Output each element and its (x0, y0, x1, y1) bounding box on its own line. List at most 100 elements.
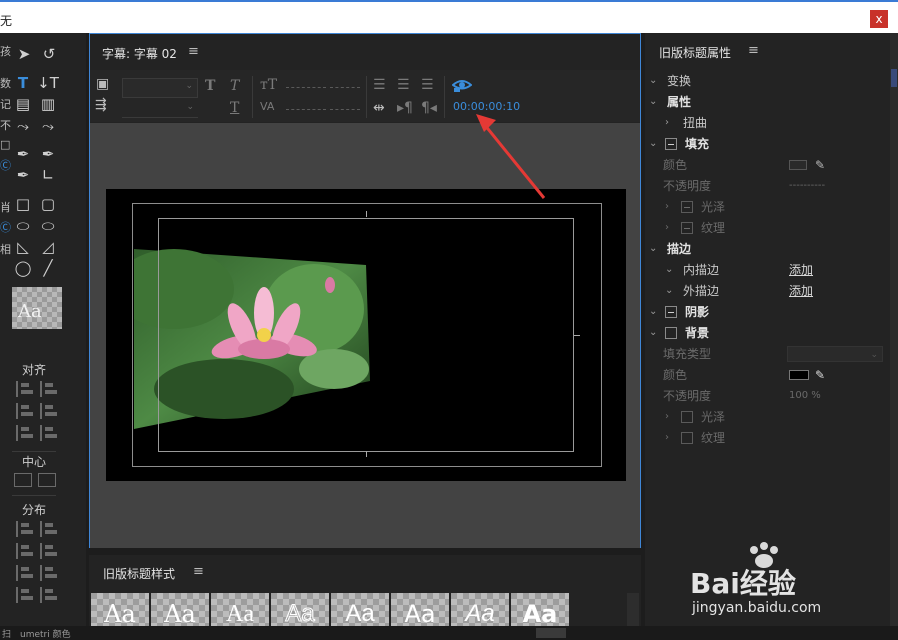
kerning-value[interactable] (286, 109, 326, 110)
bold-icon[interactable]: T (205, 78, 215, 94)
paragraph-left-icon[interactable]: ▸¶ (397, 100, 413, 116)
video-frame[interactable] (106, 189, 626, 481)
prop-value[interactable]: ---------- (789, 176, 825, 196)
prop-inner-stroke[interactable]: ⌄ 内描边 添加 (645, 260, 890, 280)
rounded-rect-tool-icon[interactable]: ▢ (37, 195, 59, 213)
prop-label: 颜色 (663, 158, 688, 172)
type-tool-icon[interactable]: T (12, 74, 34, 92)
leading-value[interactable] (330, 109, 360, 110)
align-bottom-icon[interactable] (40, 425, 58, 441)
ellipse-tool-icon[interactable]: ◯ (12, 259, 34, 277)
color-swatch[interactable] (789, 160, 807, 170)
center-horizontal-icon[interactable] (14, 473, 32, 487)
shadow-checkbox[interactable] (665, 306, 677, 318)
sheen-checkbox[interactable] (681, 201, 693, 213)
distribute-v-space-icon[interactable] (40, 587, 58, 603)
distribute-center-h-icon[interactable] (16, 543, 34, 559)
align-top-icon[interactable] (40, 381, 58, 397)
prop-properties[interactable]: ⌄ 属性 (645, 92, 890, 112)
prop-background[interactable]: ⌄ 背景 (645, 323, 890, 343)
distribute-center-v-icon[interactable] (40, 543, 58, 559)
font-size-icon[interactable]: ᴛT (260, 77, 277, 93)
align-center-text-icon[interactable]: ☰ (397, 77, 410, 93)
add-inner-stroke-link[interactable]: 添加 (789, 260, 813, 280)
color-swatch[interactable] (789, 370, 809, 380)
divider (444, 76, 445, 118)
background-checkbox[interactable] (665, 327, 677, 339)
wedge-tool-icon[interactable]: ◺ (12, 238, 34, 256)
app-window: 无 x 孩 数 记 不 □ Ⓒ 肖 Ⓒ 相 ➤ ↺ T ↓T ▤ ▥ ⤳ ⤳ ✒… (0, 0, 898, 640)
properties-menu-icon[interactable]: ≡ (748, 43, 759, 58)
selection-tool-icon[interactable]: ➤ (13, 45, 35, 63)
line-tool-icon[interactable]: ╱ (37, 259, 59, 277)
eyedropper-icon[interactable]: ✎ (815, 365, 825, 385)
align-right-icon[interactable] (16, 425, 34, 441)
kerning-icon[interactable]: VA (260, 100, 274, 113)
delete-anchor-tool-icon[interactable]: ✒ (37, 145, 59, 163)
align-left-text-icon[interactable]: ☰ (373, 77, 386, 93)
prop-bg-texture[interactable]: › 纹理 (645, 428, 890, 448)
paragraph-right-icon[interactable]: ¶◂ (421, 100, 437, 116)
distribute-right-icon[interactable] (16, 565, 34, 581)
bg-texture-checkbox[interactable] (681, 432, 693, 444)
font-family-select[interactable]: ⌄ (122, 78, 198, 98)
texture-checkbox[interactable] (681, 222, 693, 234)
pen-tool-icon[interactable]: ✒ (12, 145, 34, 163)
justify-icon[interactable]: ⇹ (373, 100, 385, 116)
area-type-tool-icon[interactable]: ▤ (12, 95, 34, 113)
edge-text: Ⓒ (0, 159, 11, 172)
tab-stops-icon[interactable]: ⇶ (95, 97, 107, 113)
align-center-v-icon[interactable] (40, 403, 58, 419)
roll-crawl-options-icon[interactable]: ▣ (96, 76, 109, 92)
prop-texture[interactable]: › 纹理 (645, 218, 890, 238)
prop-label: 属性 (667, 95, 692, 109)
rectangle-tool-icon[interactable]: □ (12, 195, 34, 213)
bg-sheen-checkbox[interactable] (681, 411, 693, 423)
prop-strokes[interactable]: ⌄ 描边 (645, 239, 890, 259)
center-vertical-icon[interactable] (38, 473, 56, 487)
align-left-icon[interactable] (16, 381, 34, 397)
prop-label: 变换 (667, 74, 692, 88)
prop-sheen[interactable]: › 光泽 (645, 197, 890, 217)
italic-icon[interactable]: T (230, 78, 239, 94)
close-button[interactable]: x (870, 10, 888, 28)
rounded-corner-tool-icon[interactable]: ⬭ (37, 217, 59, 235)
prop-shadow[interactable]: ⌄ 阴影 (645, 302, 890, 322)
eyedropper-icon[interactable]: ✎ (815, 155, 825, 175)
add-anchor-tool-icon[interactable]: ✒ (12, 166, 34, 184)
distribute-top-icon[interactable] (40, 521, 58, 537)
vertical-type-tool-icon[interactable]: ↓T (37, 74, 59, 92)
prop-bg-sheen[interactable]: › 光泽 (645, 407, 890, 427)
prop-outer-stroke[interactable]: ⌄ 外描边 添加 (645, 281, 890, 301)
prop-value[interactable]: 100 % (789, 386, 821, 406)
add-outer-stroke-link[interactable]: 添加 (789, 281, 813, 301)
fill-type-select[interactable]: ⌄ (787, 346, 883, 362)
font-size-value[interactable] (286, 87, 326, 88)
titler-menu-icon[interactable]: ≡ (188, 44, 199, 59)
fill-checkbox[interactable] (665, 138, 677, 150)
distribute-h-space-icon[interactable] (16, 587, 34, 603)
bottom-handle[interactable] (536, 628, 566, 638)
distribute-left-icon[interactable] (16, 521, 34, 537)
path-type-tool-icon[interactable]: ⤳ (12, 117, 34, 135)
show-background-video-icon[interactable] (452, 76, 472, 92)
titler-tab[interactable]: 字幕: 字幕 02 (102, 45, 177, 62)
underline-icon[interactable]: T (230, 100, 239, 116)
rotate-tool-icon[interactable]: ↺ (38, 45, 60, 63)
annotation-arrow (476, 114, 546, 199)
distribute-bottom-icon[interactable] (40, 565, 58, 581)
prop-transform[interactable]: ⌄ 变换 (645, 71, 890, 91)
vertical-area-type-tool-icon[interactable]: ▥ (37, 95, 59, 113)
styles-menu-icon[interactable]: ≡ (193, 564, 204, 579)
aspect-value[interactable] (330, 87, 360, 88)
prop-fill[interactable]: ⌄ 填充 (645, 134, 890, 154)
vertical-path-type-tool-icon[interactable]: ⤳ (37, 117, 59, 135)
align-right-text-icon[interactable]: ☰ (421, 77, 434, 93)
chevron-down-icon: ⌄ (649, 75, 658, 86)
arc-tool-icon[interactable]: ◿ (37, 238, 59, 256)
convert-anchor-tool-icon[interactable]: ∟ (37, 166, 59, 184)
prop-distort[interactable]: › 扭曲 (645, 113, 890, 133)
align-center-h-icon[interactable] (16, 403, 34, 419)
clipped-rect-tool-icon[interactable]: ⬭ (12, 217, 34, 235)
font-style-select[interactable]: ⌄ (122, 102, 198, 118)
